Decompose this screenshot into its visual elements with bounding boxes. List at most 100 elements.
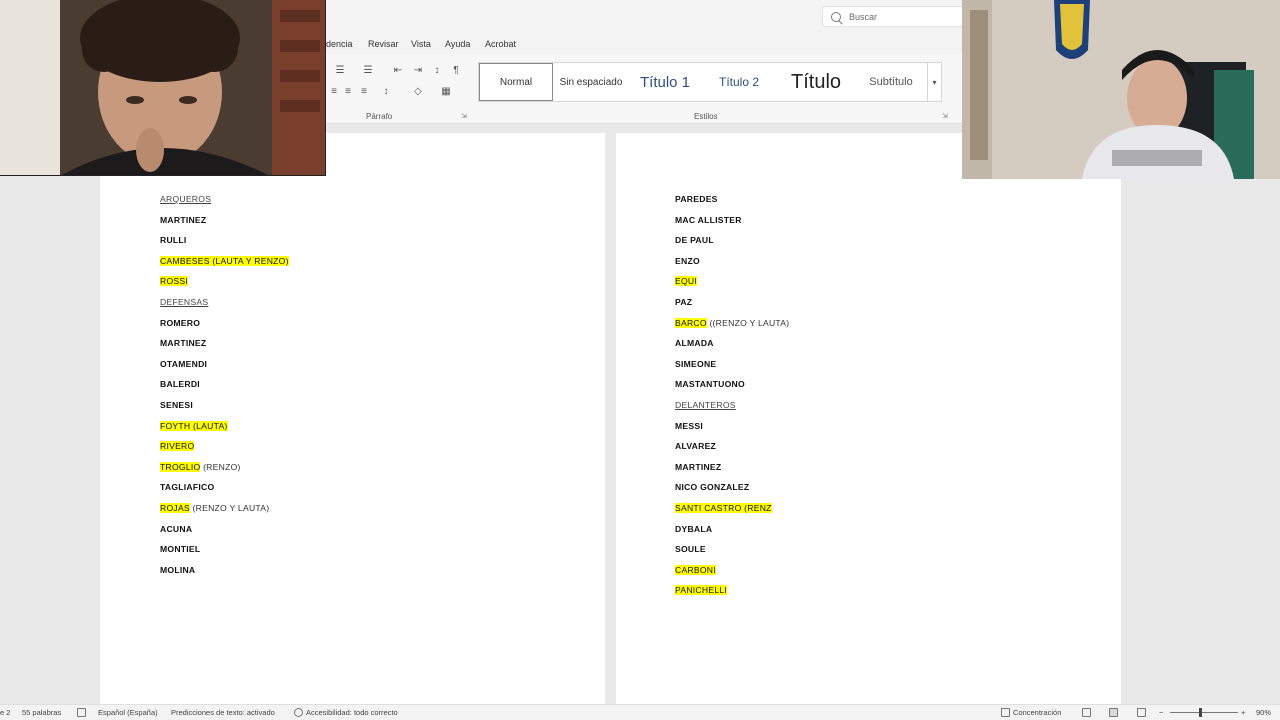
style-normal[interactable]: Normal [479, 63, 553, 101]
style-title[interactable]: Título [776, 63, 856, 101]
player-name-line[interactable]: CARBONI [675, 564, 716, 575]
style-heading-2[interactable]: Título 2 [702, 63, 776, 101]
pilcrow-icon[interactable]: ¶ [448, 65, 464, 77]
style-subtitle[interactable]: Subtítulo [856, 63, 926, 101]
line-text: MARTINEZ [160, 214, 207, 225]
increase-indent-icon[interactable]: ⇥ [410, 65, 426, 77]
player-name-line[interactable]: MAC ALLISTER [675, 215, 742, 225]
tab-revisar[interactable]: Revisar [368, 39, 399, 49]
player-name-line[interactable]: SENESI [160, 400, 193, 410]
tab-acrobat[interactable]: Acrobat [485, 39, 516, 49]
player-name-line[interactable]: PAZ [675, 297, 692, 307]
tab-vista[interactable]: Vista [411, 39, 431, 49]
section-heading[interactable]: DEFENSAS [160, 297, 208, 307]
line-text: TAGLIAFICO [160, 482, 215, 493]
page-count[interactable]: e 2 [0, 708, 10, 717]
search-placeholder: Buscar [849, 11, 878, 22]
focus-mode[interactable]: Concentración [1013, 708, 1061, 717]
zoom-slider-thumb[interactable] [1199, 708, 1202, 717]
borders-icon[interactable]: ▦ [438, 86, 454, 98]
player-name-line[interactable]: DYBALA [675, 524, 712, 534]
gallery-expand-icon[interactable]: ▾ [927, 63, 941, 101]
text-predictions[interactable]: Predicciones de texto: activado [171, 708, 275, 717]
line-text: MESSI [675, 420, 703, 431]
player-name-line[interactable]: MONTIEL [160, 544, 200, 554]
player-name-line[interactable]: MOLINA [160, 565, 195, 575]
player-name-line[interactable]: SOULE [675, 544, 706, 554]
player-name-line[interactable]: TAGLIAFICO [160, 482, 214, 492]
line-note: (RENZO) [200, 461, 241, 472]
section-heading[interactable]: ARQUEROS [160, 194, 211, 204]
print-layout-icon[interactable] [1109, 708, 1118, 717]
line-text: PAREDES [675, 194, 718, 204]
read-mode-icon[interactable] [1082, 708, 1091, 717]
line-text: ENZO [675, 255, 700, 266]
line-spacing-icon[interactable]: ↕ [378, 86, 394, 98]
focus-icon[interactable] [1001, 708, 1010, 717]
proofing-icon[interactable] [77, 708, 86, 717]
zoom-slider[interactable] [1170, 712, 1238, 713]
title-bar: Buscar [326, 0, 1074, 34]
web-layout-icon[interactable] [1137, 708, 1146, 717]
player-name-line[interactable]: ALVAREZ [675, 441, 716, 451]
player-name-line[interactable]: ALMADA [675, 338, 714, 348]
multilevel-list-icon[interactable]: ☰ [360, 65, 376, 77]
player-name-line[interactable]: FOYTH (LAUTA) [160, 420, 228, 431]
highlighted-text: TROGLIO [160, 461, 201, 472]
player-name-line[interactable]: MARTINEZ [160, 338, 206, 348]
player-name-line[interactable]: ACUNA [160, 524, 192, 534]
line-note: ((RENZO Y LAUTA) [706, 317, 790, 328]
player-name-line[interactable]: MESSI [675, 421, 703, 431]
language-indicator[interactable]: Español (España) [98, 708, 158, 717]
tab-referencias[interactable]: dencia [326, 39, 353, 49]
style-heading-1[interactable]: Título 1 [628, 63, 702, 101]
bullets-icon[interactable]: ☰ [332, 65, 348, 77]
section-heading[interactable]: DELANTEROS [675, 400, 736, 410]
decrease-indent-icon[interactable]: ⇤ [390, 65, 406, 77]
player-name-line[interactable]: NICO GONZALEZ [675, 482, 749, 492]
align-center-icon[interactable]: ≡ [340, 86, 356, 98]
player-name-line[interactable]: PANICHELLI [675, 585, 728, 596]
player-name-line[interactable]: SIMEONE [675, 359, 716, 369]
player-name-line[interactable]: ROJAS (RENZO Y LAUTA) [160, 503, 269, 513]
justify-icon[interactable]: ≡ [356, 86, 372, 98]
player-name-line[interactable]: EQUI [675, 276, 698, 287]
line-text: ACUNA [160, 523, 193, 534]
line-text: SIMEONE [675, 358, 717, 369]
player-name-line[interactable]: RULLI [160, 235, 187, 245]
highlighted-text: FOYTH (LAUTA) [160, 420, 228, 431]
line-text: ARQUEROS [160, 194, 212, 204]
player-name-line[interactable]: ROMERO [160, 318, 200, 328]
accessibility-status[interactable]: Accesibilidad: todo correcto [306, 708, 398, 717]
player-name-line[interactable]: SANTI CASTRO (RENZ [675, 503, 772, 513]
ribbon-tabs: dencia Revisar Vista Ayuda Acrobat [326, 34, 962, 54]
sort-icon[interactable]: ↕ [429, 65, 445, 77]
line-text: DYBALA [675, 523, 713, 534]
player-name-line[interactable]: MARTINEZ [160, 215, 206, 225]
search-icon [831, 11, 841, 22]
player-name-line[interactable]: TROGLIO (RENZO) [160, 461, 241, 472]
player-name-line[interactable]: ENZO [675, 256, 700, 266]
zoom-in-icon[interactable]: + [1241, 708, 1245, 717]
shading-icon[interactable]: ◇ [410, 86, 426, 98]
accessibility-icon[interactable] [294, 708, 303, 717]
player-name-line[interactable]: BARCO ((RENZO Y LAUTA) [675, 317, 790, 328]
player-name-line[interactable]: DE PAUL [675, 235, 714, 245]
zoom-level[interactable]: 90% [1256, 708, 1271, 717]
word-count[interactable]: 55 palabras [22, 708, 61, 717]
player-name-line[interactable]: MASTANTUONO [675, 379, 745, 389]
paragraph-launcher-icon[interactable]: ⇲ [461, 112, 467, 120]
player-name-line[interactable]: BALERDI [160, 379, 200, 389]
player-name-line[interactable]: MARTINEZ [675, 462, 721, 472]
player-name-line[interactable]: ROSSI [160, 276, 188, 287]
style-no-spacing[interactable]: Sin espaciado [554, 63, 628, 101]
line-text: DEFENSAS [160, 297, 209, 307]
zoom-out-icon[interactable]: − [1159, 708, 1163, 717]
tab-ayuda[interactable]: Ayuda [445, 39, 470, 49]
line-text: PAZ [675, 297, 693, 307]
player-name-line[interactable]: CAMBESES (LAUTA Y RENZO) [160, 255, 289, 266]
styles-launcher-icon[interactable]: ⇲ [942, 112, 948, 120]
player-name-line[interactable]: RIVERO [160, 441, 195, 452]
player-name-line[interactable]: PAREDES [675, 194, 718, 204]
player-name-line[interactable]: OTAMENDI [160, 359, 207, 369]
